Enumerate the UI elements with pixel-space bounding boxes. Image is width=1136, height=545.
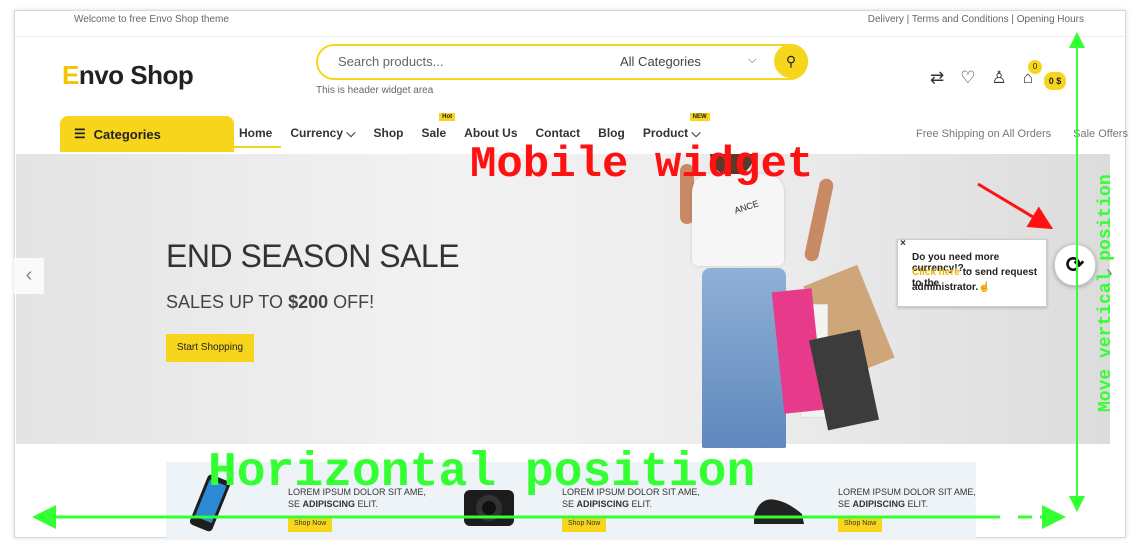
- category-select[interactable]: All Categories: [620, 54, 701, 69]
- hero-model-image: ANCE: [680, 154, 895, 454]
- nav-item-sale[interactable]: Sale Hot: [412, 113, 456, 148]
- nav-right-links: Free Shipping on All Orders Sale Offers: [916, 128, 1128, 140]
- vertical-position-annotation: Move vertical position: [1096, 174, 1116, 412]
- horizontal-position-annotation: Horizontal position: [208, 446, 756, 500]
- shoe-product-image: [754, 499, 804, 524]
- close-icon[interactable]: ×: [900, 238, 906, 249]
- chevron-down-icon[interactable]: ⌵: [748, 54, 756, 67]
- shop-now-button[interactable]: Shop Now: [288, 516, 333, 532]
- product-card: LOREM IPSUM DOLOR SIT AME, SE ADIPISCING…: [838, 486, 976, 532]
- free-shipping-link[interactable]: Free Shipping on All Orders: [916, 128, 1051, 140]
- refresh-icon: ⟳: [1065, 252, 1085, 277]
- mobile-widget-annotation: Mobile widget: [470, 140, 814, 190]
- cart-amount-badge: 0 $: [1044, 72, 1066, 90]
- top-bar: Welcome to free Envo Shop theme Delivery…: [14, 10, 1124, 37]
- site-logo[interactable]: Envo Shop: [62, 60, 194, 91]
- compare-icon[interactable]: ⇄: [930, 68, 944, 88]
- search-bar: Search products... All Categories ⌵ ⚲: [316, 44, 808, 80]
- hero-subtitle: SALES UP TO $200 OFF!: [166, 292, 375, 312]
- cart-count-badge: 0: [1028, 60, 1042, 74]
- popup-line: administrator.☝: [912, 282, 991, 293]
- welcome-text: Welcome to free Envo Shop theme: [74, 14, 229, 25]
- start-shopping-button[interactable]: Start Shopping: [166, 334, 254, 362]
- hero-title: END SEASON SALE: [166, 238, 460, 274]
- nav-item-shop[interactable]: Shop: [364, 126, 412, 148]
- user-icon[interactable]: ♙: [992, 68, 1007, 88]
- chevron-down-icon: ⌵: [691, 126, 701, 140]
- shirt-print: ANCE: [733, 198, 760, 216]
- heart-icon[interactable]: ♡: [960, 68, 975, 88]
- top-links[interactable]: Delivery | Terms and Conditions | Openin…: [868, 14, 1084, 25]
- menu-icon: ☰: [74, 126, 86, 141]
- header-widget-text: This is header widget area: [316, 85, 434, 96]
- cursor-icon: ☝: [978, 282, 991, 293]
- currency-request-popup: × Do you need more currency!?... Click h…: [897, 238, 1047, 307]
- click-here-link[interactable]: Click here: [912, 267, 960, 278]
- new-tag: NEW: [689, 113, 710, 121]
- nav-item-home[interactable]: Home: [230, 126, 282, 148]
- search-input[interactable]: Search products...: [338, 54, 444, 69]
- search-button[interactable]: ⚲: [774, 44, 808, 78]
- slider-prev-arrow[interactable]: ‹: [14, 258, 44, 294]
- categories-button[interactable]: ☰ Categories: [60, 116, 234, 152]
- mobile-widget-button[interactable]: ⟳: [1054, 244, 1096, 286]
- chevron-down-icon: ⌵: [346, 126, 356, 140]
- shop-now-button[interactable]: Shop Now: [562, 516, 607, 532]
- model-arm: [803, 177, 835, 263]
- sale-offers-link[interactable]: Sale Offers: [1073, 128, 1128, 140]
- hot-tag: Hot: [439, 113, 456, 121]
- nav-item-currency[interactable]: Currency ⌵: [281, 126, 364, 148]
- shop-now-button[interactable]: Shop Now: [838, 516, 883, 532]
- search-icon: ⚲: [785, 52, 797, 69]
- header-icons: ⇄ ♡ ♙ ⌂: [930, 68, 1033, 88]
